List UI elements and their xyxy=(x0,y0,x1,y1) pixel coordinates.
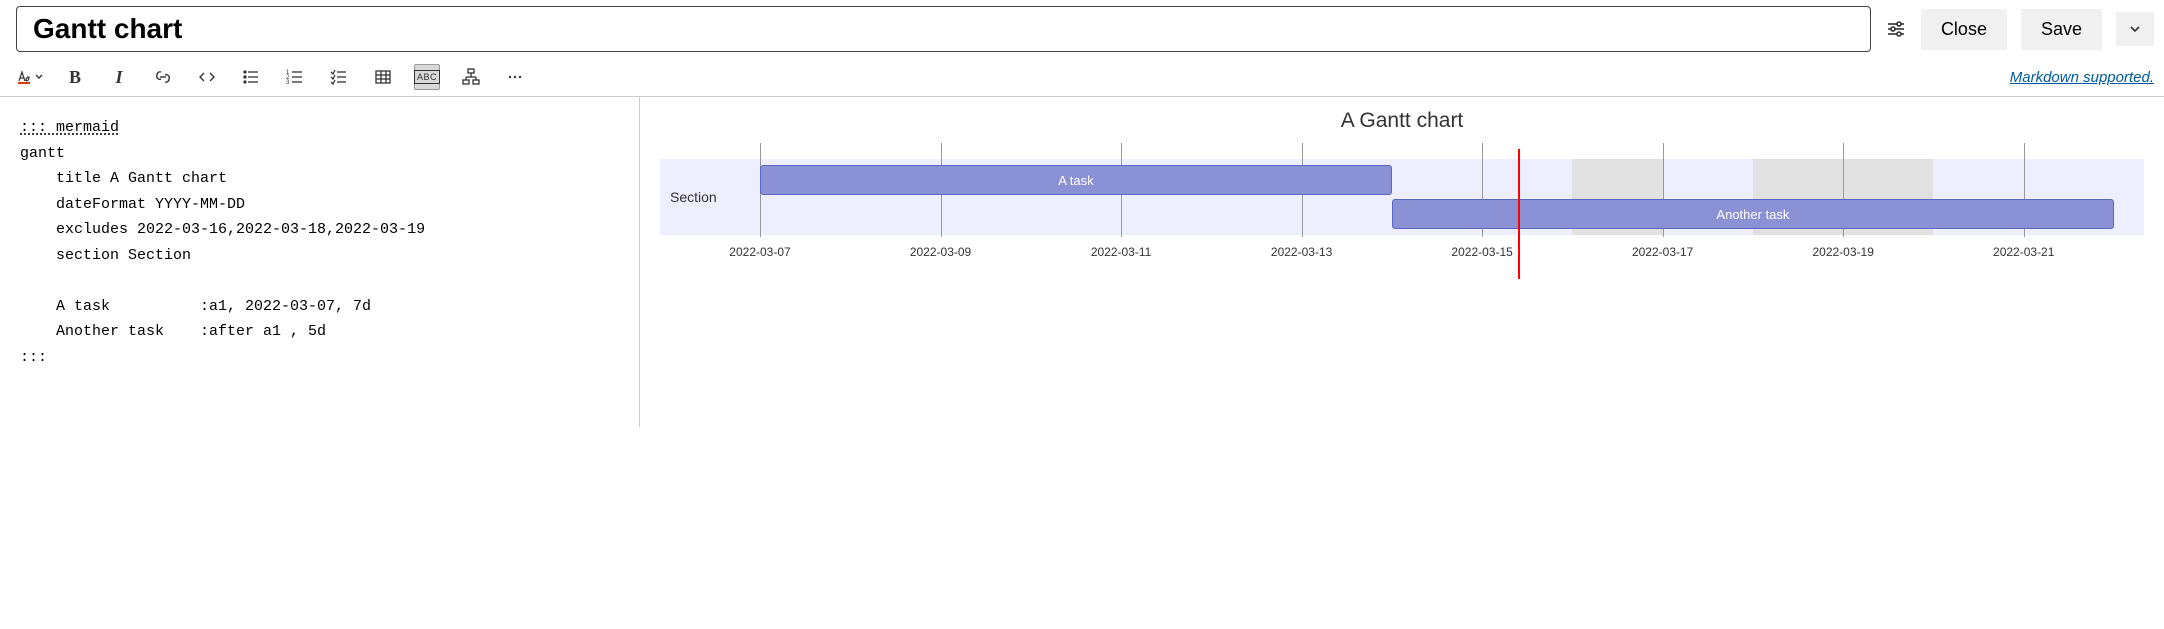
gantt-task-bar: Another task xyxy=(1392,199,2114,229)
italic-button[interactable]: I xyxy=(106,64,132,90)
table-button[interactable] xyxy=(370,64,396,90)
markdown-supported-link[interactable]: Markdown supported. xyxy=(2010,69,2154,86)
close-button[interactable]: Close xyxy=(1921,9,2007,50)
mermaid-button[interactable] xyxy=(458,64,484,90)
toolbar: B I 1 2 3 xyxy=(0,58,2164,97)
gantt-tick-label: 2022-03-09 xyxy=(910,245,971,259)
gantt-tick-label: 2022-03-15 xyxy=(1451,245,1512,259)
link-button[interactable] xyxy=(150,64,176,90)
text-style-button[interactable] xyxy=(16,64,44,90)
split-pane: ::: mermaid gantt title A Gantt chart da… xyxy=(0,97,2164,427)
bullet-list-button[interactable] xyxy=(238,64,264,90)
save-chevron-button[interactable] xyxy=(2116,12,2154,46)
numbered-list-button[interactable]: 1 2 3 xyxy=(282,64,308,90)
gantt-tick-label: 2022-03-19 xyxy=(1812,245,1873,259)
gantt-tick-label: 2022-03-07 xyxy=(729,245,790,259)
gantt-tick-label: 2022-03-11 xyxy=(1091,245,1152,259)
gantt-today-line xyxy=(1518,149,1520,279)
gantt-chart: 2022-03-07 2022-03-09 2022-03-11 2022-03-13… xyxy=(660,139,2144,279)
gantt-task-bar: A task xyxy=(760,165,1392,195)
chart-title: A Gantt chart xyxy=(660,101,2144,133)
header: Close Save xyxy=(0,0,2164,58)
title-input[interactable] xyxy=(16,6,1871,52)
svg-text:3: 3 xyxy=(286,80,290,86)
gantt-tick-label: 2022-03-21 xyxy=(1993,245,2054,259)
more-button[interactable] xyxy=(502,64,528,90)
preview-pane: A Gantt chart 2022-03-072022-03-092022-0… xyxy=(640,97,2164,427)
settings-sliders-icon[interactable] xyxy=(1885,18,1907,40)
bold-button[interactable]: B xyxy=(62,64,88,90)
fence-close: ::: xyxy=(20,349,47,366)
markdown-toggle-button[interactable]: ABC xyxy=(414,64,440,90)
gantt-section-label: Section xyxy=(670,189,717,205)
fence-open: ::: mermaid xyxy=(20,119,119,136)
checklist-button[interactable] xyxy=(326,64,352,90)
gantt-tick-label: 2022-03-13 xyxy=(1271,245,1332,259)
code-button[interactable] xyxy=(194,64,220,90)
save-button[interactable]: Save xyxy=(2021,9,2102,50)
gantt-tick-label: 2022-03-17 xyxy=(1632,245,1693,259)
markdown-editor[interactable]: ::: mermaid gantt title A Gantt chart da… xyxy=(0,97,640,427)
